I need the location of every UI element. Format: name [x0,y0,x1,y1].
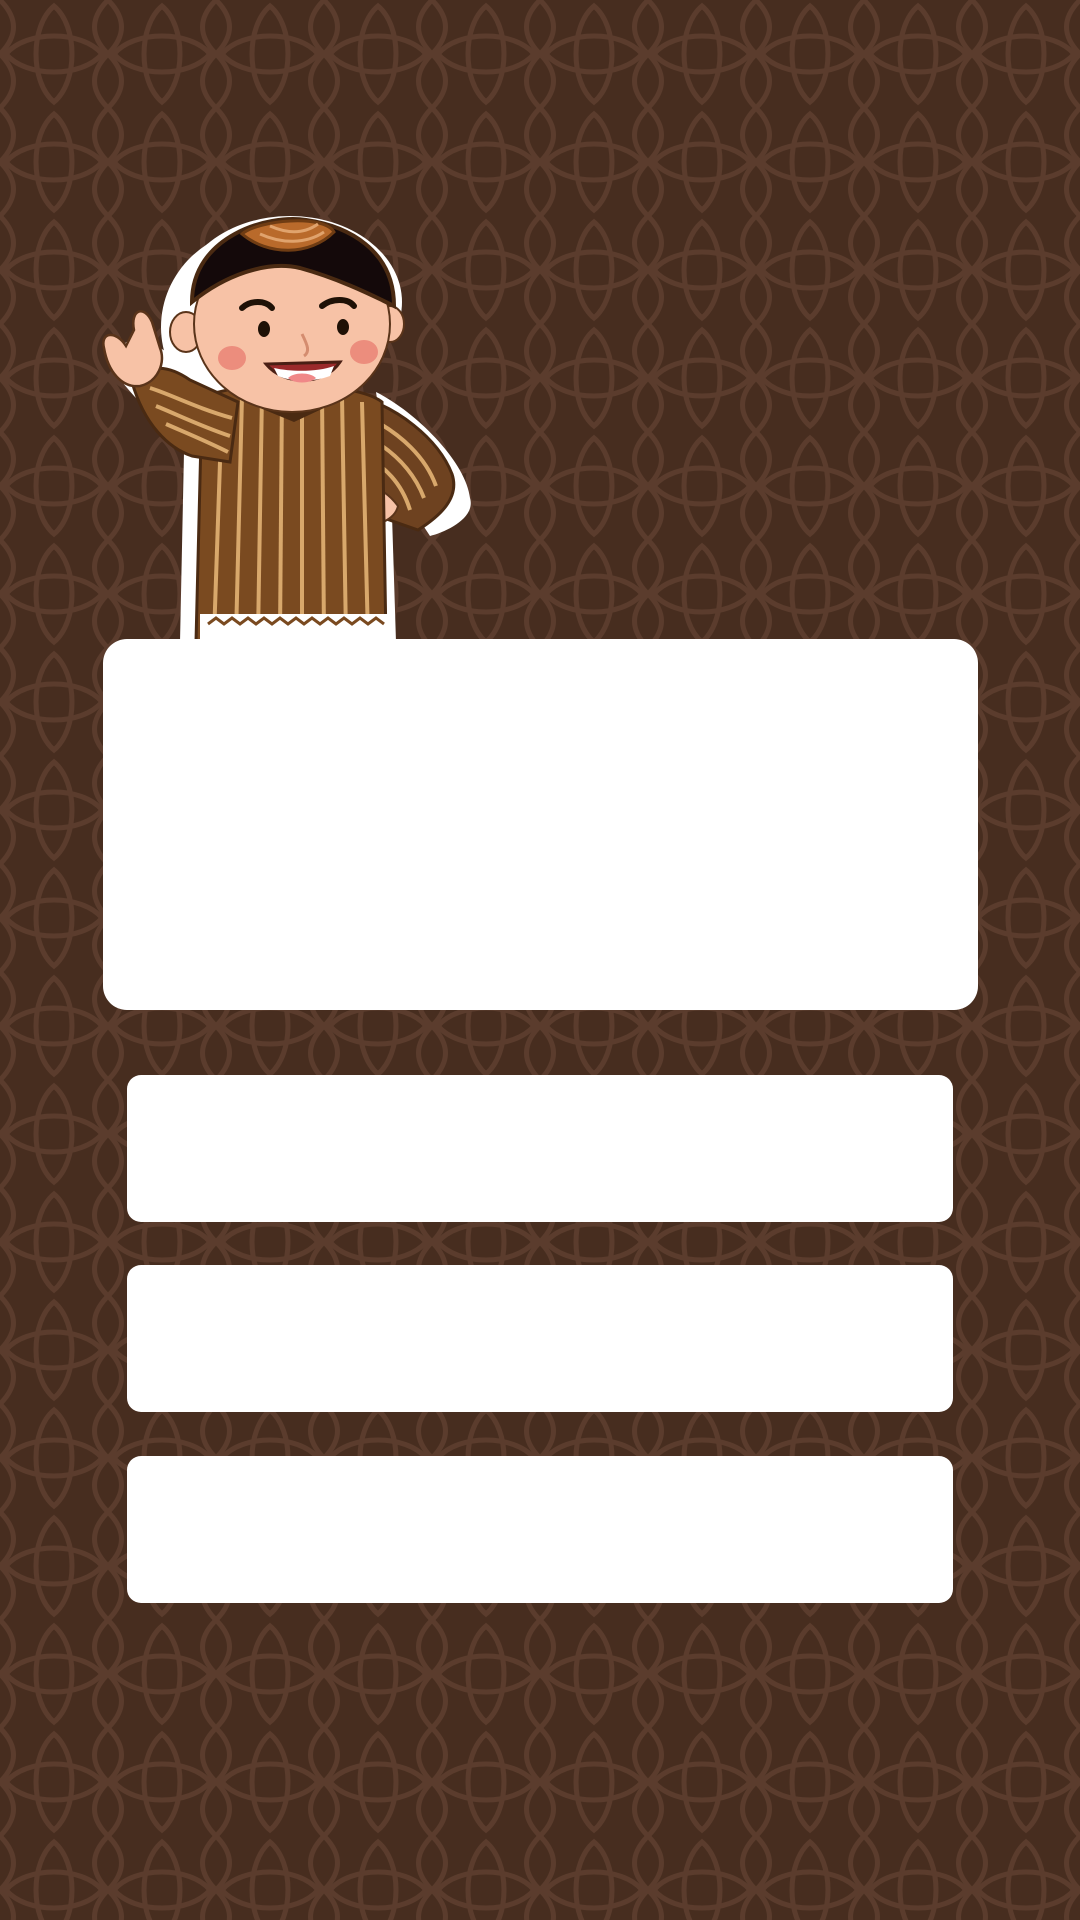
main-card-text [103,639,978,687]
answer-option-label [127,1075,953,1123]
javanese-boy-mascot-icon [102,216,471,642]
answer-option-button[interactable] [127,1265,953,1412]
answer-option-label [127,1456,953,1504]
main-content-card [103,639,978,1010]
answer-option-button[interactable] [127,1075,953,1222]
answer-option-label [127,1265,953,1313]
answer-option-button[interactable] [127,1456,953,1603]
